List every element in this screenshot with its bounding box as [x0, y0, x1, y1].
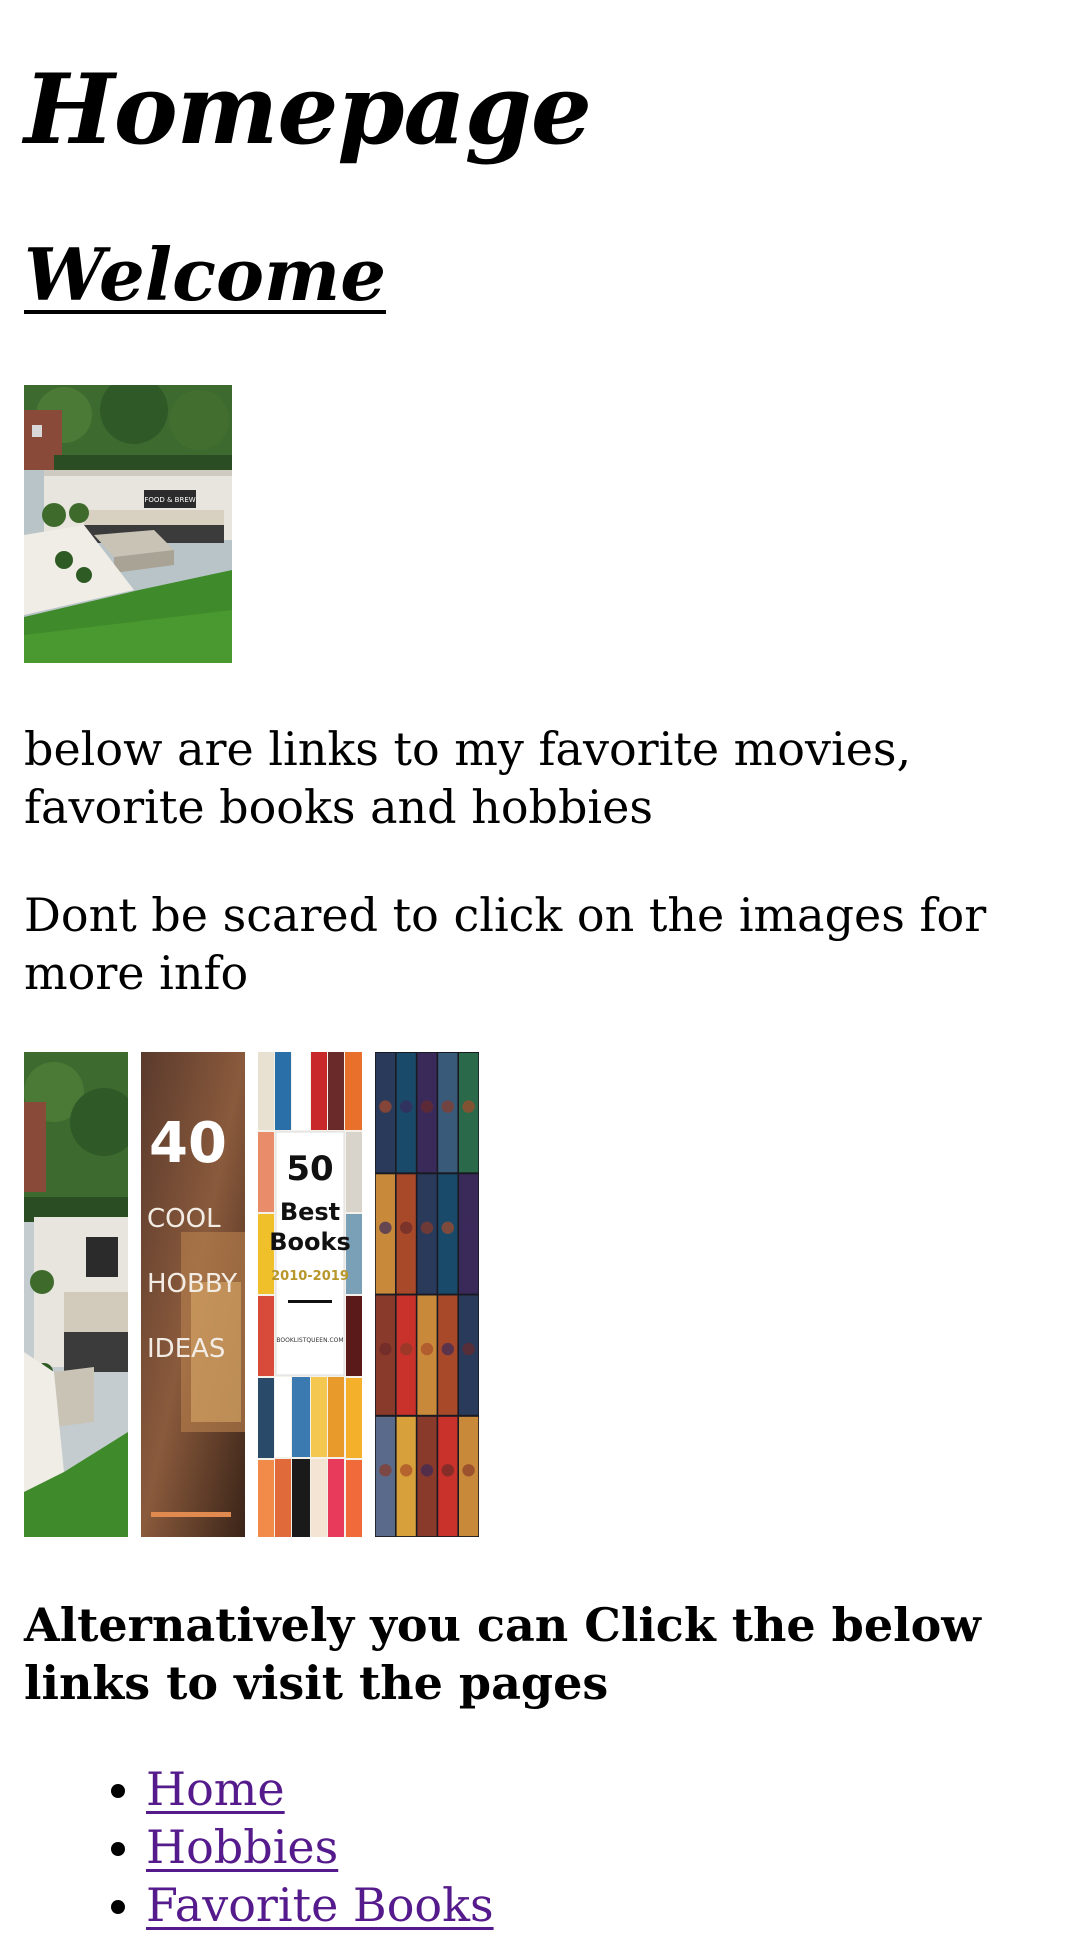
list-item: Home — [146, 1760, 494, 1818]
page-title: Homepage — [24, 53, 592, 166]
list-item: Hobbies — [146, 1818, 494, 1876]
books-thumb-line-1: Best — [280, 1198, 340, 1226]
hero-garden-image: FOOD & BREW — [24, 385, 232, 663]
books-thumbnail-link[interactable]: 50 Best Books 2010-2019 BOOKLISTQUEEN.CO… — [258, 1052, 362, 1537]
books-thumb-years: 2010-2019 — [271, 1269, 349, 1284]
hero-plaque-text: FOOD & BREW — [144, 496, 195, 504]
hobby-thumb-number: 40 — [149, 1111, 227, 1176]
favorite-books-link[interactable]: Favorite Books — [146, 1878, 494, 1932]
hobby-thumb-line-2: HOBBY — [147, 1269, 237, 1299]
books-thumb-number: 50 — [286, 1149, 333, 1189]
click-images-text: Dont be scared to click on the images fo… — [24, 888, 987, 1000]
hobbies-link[interactable]: Hobbies — [146, 1820, 338, 1874]
books-thumb-site: BOOKLISTQUEEN.COM — [276, 1337, 343, 1344]
books-thumb-line-2: Books — [269, 1228, 351, 1256]
hobby-thumb-line-3: IDEAS — [147, 1334, 225, 1364]
home-link[interactable]: Home — [146, 1762, 285, 1816]
hobby-thumb-line-1: COOL — [147, 1204, 221, 1234]
movies-thumbnail-link[interactable] — [375, 1052, 479, 1537]
intro-text: below are links to my favorite movies, f… — [24, 722, 912, 834]
garden-thumbnail-link[interactable] — [24, 1052, 128, 1537]
list-item: Favorite Books — [146, 1876, 494, 1934]
hobbies-thumbnail-link[interactable]: 40 COOL HOBBY IDEAS — [141, 1052, 245, 1537]
alternative-links-heading: Alternatively you can Click the below li… — [24, 1598, 981, 1710]
page-links-list: Home Hobbies Favorite Books — [24, 1760, 494, 1934]
welcome-heading: Welcome — [24, 232, 387, 317]
